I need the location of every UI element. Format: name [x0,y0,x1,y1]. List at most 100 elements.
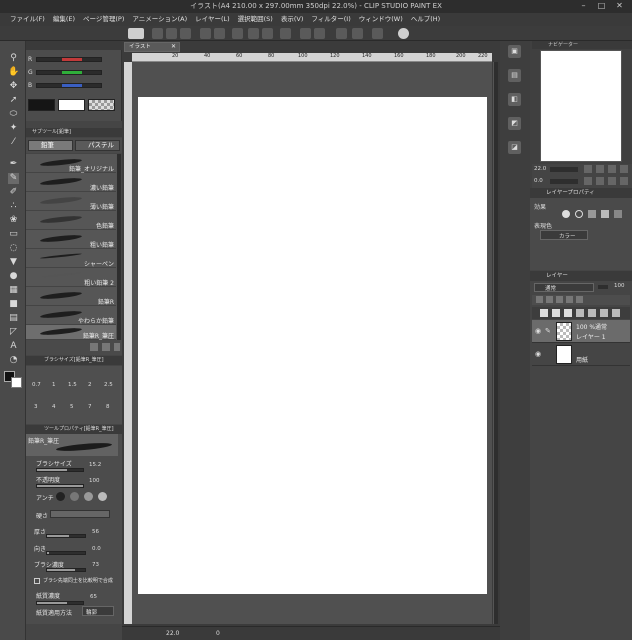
size-option[interactable]: 3 [34,404,38,410]
delete-layer-icon[interactable] [612,309,620,317]
navigator-preview[interactable] [540,50,622,162]
clip-icon[interactable] [536,296,543,303]
expression-select[interactable]: カラー [540,230,588,240]
brush-list-scrollbar[interactable] [116,154,121,340]
airbrush-icon[interactable]: ∴ [8,201,19,212]
merge-down-icon[interactable] [588,309,596,317]
size-option[interactable]: 0.7 [32,382,41,388]
deselect-icon[interactable] [280,28,291,39]
auto-select-icon[interactable]: ✦ [8,123,19,134]
new-vector-layer-icon[interactable] [552,309,560,317]
drop-icon[interactable]: ● [8,271,19,282]
history-icon[interactable]: ◩ [508,117,521,130]
brush-item[interactable]: 粗い鉛筆 [26,230,116,249]
operation-tool-icon[interactable]: ➚ [8,95,19,106]
size-option[interactable]: 1.5 [68,382,77,388]
watercolor-edge-icon[interactable] [575,210,583,218]
copy-subtool-icon[interactable] [102,343,110,351]
extract-line-icon[interactable] [614,210,622,218]
material-icon[interactable]: ◧ [508,93,521,106]
paper-method-select[interactable]: 輪郭 [82,606,114,616]
minimize-icon[interactable]: – [578,1,589,11]
brush-item[interactable]: シャーペン [26,249,116,268]
lock-transparency-icon[interactable] [576,296,583,303]
open-file-icon[interactable] [166,28,177,39]
settings-icon[interactable] [372,28,383,39]
clip-studio-icon[interactable] [128,28,144,39]
size-option[interactable]: 5 [70,404,74,410]
canvas-scrollbar[interactable] [493,62,498,624]
delete-subtool-icon[interactable] [114,343,120,351]
menu-filter[interactable]: フィルター(I) [307,13,354,26]
direction-slider[interactable] [46,551,86,555]
border-effect-icon[interactable] [562,210,570,218]
hardness-selector[interactable] [50,510,110,518]
brush-item[interactable]: 薄い鉛筆 [26,192,116,211]
hand-tool-icon[interactable]: ✋ [8,67,19,78]
snap-grid-icon[interactable] [314,28,325,39]
layer-row[interactable]: ◉ ✎ 100 %通常 レイヤー 1 [532,320,630,343]
layer-opacity-slider[interactable] [598,285,608,289]
red-slider[interactable] [36,57,102,62]
brush-tool-icon[interactable]: ✐ [8,187,19,198]
ruler-icon[interactable] [352,28,363,39]
visibility-eye-icon[interactable]: ◉ [535,327,541,335]
navigator-angle[interactable]: 0.0 [534,178,543,184]
menu-file[interactable]: ファイル(F) [6,13,49,26]
visibility-eye-icon[interactable]: ◉ [535,350,541,358]
antialias-none-icon[interactable] [56,492,65,501]
decoration-icon[interactable]: ❀ [8,215,19,226]
tab-pastel[interactable]: パステル [75,140,120,151]
navigator-zoom-slider[interactable] [550,167,578,172]
frame-icon[interactable]: ▤ [8,313,19,324]
selection-tool-icon[interactable]: ⬭ [8,109,19,120]
zoom-out-icon[interactable] [596,165,604,173]
zoom-in-icon[interactable] [584,165,592,173]
reset-rotate-icon[interactable] [608,177,616,185]
new-folder-icon[interactable] [564,309,572,317]
brush-size-slider[interactable] [36,468,84,472]
brush-item[interactable]: 濃い鉛筆 [26,173,116,192]
new-raster-layer-icon[interactable] [540,309,548,317]
brush-item[interactable]: やわらか鉛筆 [26,306,116,325]
brush-item[interactable]: 色鉛筆 [26,211,116,230]
eyedropper-icon[interactable]: ⁄ [8,137,19,148]
size-option[interactable]: 4 [52,404,56,410]
undo-icon[interactable] [200,28,211,39]
size-option[interactable]: 2.5 [104,382,113,388]
menu-animation[interactable]: アニメーション(A) [128,13,191,26]
clear-icon[interactable] [232,28,243,39]
move-tool-icon[interactable]: ✥ [8,81,19,92]
navigator-icon[interactable]: ▣ [508,45,521,58]
figure-icon[interactable]: ■ [8,299,19,310]
layer-row[interactable]: ◉ 用紙 [532,343,630,366]
layer-search-icon[interactable]: ▤ [508,69,521,82]
blend-icon[interactable]: ◌ [8,243,19,254]
menu-help[interactable]: ヘルプ(H) [407,13,444,26]
menu-page[interactable]: ページ管理(P) [79,13,128,26]
transform-icon[interactable] [262,28,273,39]
menu-window[interactable]: ウィンドウ(W) [355,13,407,26]
antialias-mid-icon[interactable] [84,492,93,501]
layer-opacity-value[interactable]: 100 [614,283,625,289]
size-option[interactable]: 7 [88,404,92,410]
opacity-slider[interactable] [36,484,84,488]
draft-icon[interactable] [556,296,563,303]
fill-icon[interactable] [248,28,259,39]
blend-mode-select[interactable]: 通常 [534,283,594,292]
new-file-icon[interactable] [152,28,163,39]
transparent-color-preview[interactable] [88,99,115,111]
reference-icon[interactable] [546,296,553,303]
rotate-left-icon[interactable] [584,177,592,185]
pencil-tool-icon[interactable]: ✎ [8,173,19,184]
blue-slider[interactable] [36,83,102,88]
menu-edit[interactable]: 編集(E) [49,13,79,26]
pen-tool-icon[interactable]: ✒ [8,159,19,170]
brush-item[interactable]: 鉛筆R [26,287,116,306]
menu-view[interactable]: 表示(V) [277,13,308,26]
thickness-slider[interactable] [46,534,86,538]
balloon-icon[interactable]: ◔ [8,355,19,366]
brush-item[interactable]: 粗い鉛筆 2 [26,268,116,287]
blend-checkbox[interactable] [34,578,40,584]
tone-icon[interactable] [588,210,596,218]
